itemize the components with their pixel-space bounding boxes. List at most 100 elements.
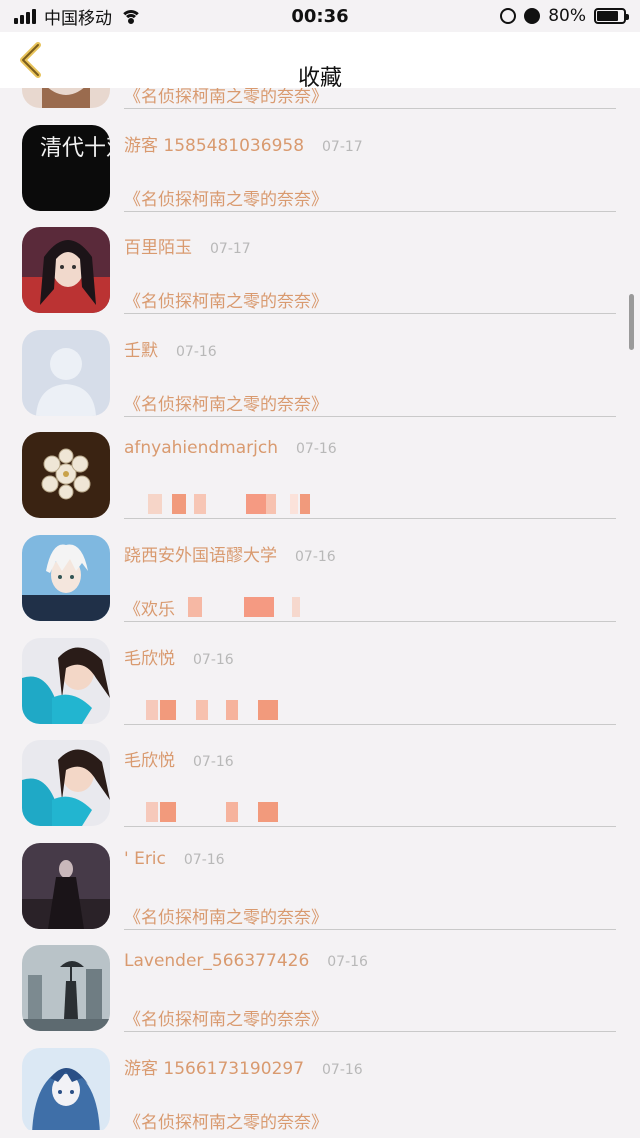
avatar[interactable] [22,227,110,314]
censored-block [290,494,298,515]
avatar[interactable] [22,329,110,416]
divider [124,518,616,520]
user-name-text[interactable]: 百里陌玉 [124,238,192,258]
user-name[interactable]: 游客 1566173190297 07-16 [124,1054,363,1079]
bottom-strip [0,1130,640,1138]
status-time: 00:36 [291,5,349,27]
user-name[interactable]: 壬默 07-16 [124,336,217,361]
list-item[interactable]: 壬默 07-16 《名侦探柯南之零的奈奈》 [0,316,640,419]
status-bar: 中国移动 00:36 80% [0,0,640,32]
divider [124,723,616,725]
book-title[interactable]: 《名侦探柯南之零的奈奈》 [124,903,328,928]
user-name-text[interactable]: 游客 1585481036958 [124,136,304,156]
alarm-icon [524,8,541,24]
user-name-text[interactable]: 壬默 [124,341,158,361]
censored-block [244,596,274,617]
censored-block [146,802,158,823]
battery-fill [597,11,618,21]
book-title[interactable]: 《名侦探柯南之零的奈奈》 [124,287,328,312]
date-label: 07-16 [193,754,234,771]
avatar[interactable] [22,1047,110,1134]
avatar[interactable] [22,534,110,621]
carrier-label: 中国移动 [44,8,112,29]
censored-block [292,596,300,617]
date-label: 07-16 [296,441,337,458]
avatar[interactable] [22,945,110,1032]
censored-block [194,494,206,515]
status-right: 80% [500,6,629,26]
list-item[interactable]: ' Eric 07-16 《名侦探柯南之零的奈奈》 [0,829,640,932]
censored-block [258,802,278,823]
user-name[interactable]: 毛欣悦 07-16 [124,644,234,669]
list-item[interactable]: Lavender_566377426 07-16 《名侦探柯南之零的奈奈》 [0,931,640,1034]
user-name-text[interactable]: ' Eric [124,849,166,869]
favorites-list[interactable]: 《名侦探柯南之零的奈奈》 清代十双杰游客 1585481036958 07-17 《… [0,62,640,1138]
divider [124,928,616,930]
divider [124,826,616,828]
page-title: 收藏 [297,66,342,91]
book-title[interactable]: 《名侦探柯南之零的奈奈》 [124,390,328,415]
divider [124,108,616,109]
list-item[interactable]: 跷西安外国语醪大学 07-16 《欢乐 [0,521,640,624]
censored-block [160,699,176,720]
user-name[interactable]: Lavender_566377426 07-16 [124,951,368,971]
status-left: 中国移动 [14,4,142,29]
user-name-text[interactable]: 毛欣悦 [124,649,175,669]
user-name[interactable]: afnyahiendmarjch 07-16 [124,438,337,458]
date-label: 07-16 [327,954,368,971]
rotation-lock-icon [500,8,517,24]
divider [124,313,616,315]
avatar[interactable] [22,637,110,724]
user-name[interactable]: 跷西安外国语醪大学 07-16 [124,541,336,566]
date-label: 07-16 [193,651,234,668]
svg-text:清代十双杰: 清代十双杰 [40,136,110,161]
wifi-icon [120,8,142,24]
user-name-text[interactable]: 游客 1566173190297 [124,1059,304,1079]
list-item[interactable]: 清代十双杰游客 1585481036958 07-17 《名侦探柯南之零的奈奈》 [0,111,640,214]
censored-block [226,802,238,823]
book-title[interactable]: 《欢乐 [124,595,175,620]
avatar[interactable] [22,432,110,519]
divider [124,1031,616,1033]
nav-bar: 收藏 [0,32,640,91]
user-name-text[interactable]: afnyahiendmarjch [124,438,278,458]
date-label: 07-17 [210,241,251,258]
battery-icon [594,8,629,24]
book-title[interactable]: 《名侦探柯南之零的奈奈》 [124,185,328,210]
censored-block [300,494,310,515]
user-name[interactable]: 毛欣悦 07-16 [124,746,234,771]
divider [124,415,616,417]
censored-block [258,699,278,720]
user-name-text[interactable]: 跷西安外国语醪大学 [124,546,277,566]
divider [124,210,616,212]
censored-block [148,494,162,515]
user-name[interactable]: 游客 1585481036958 07-17 [124,131,363,156]
date-label: 07-16 [295,548,336,565]
censored-block [146,699,158,720]
user-name-text[interactable]: Lavender_566377426 [124,951,309,971]
date-label: 07-16 [176,343,217,360]
user-name[interactable]: 百里陌玉 07-17 [124,233,251,258]
list-item[interactable]: afnyahiendmarjch 07-16 [0,418,640,521]
date-label: 07-16 [322,1061,363,1078]
book-title[interactable]: 《名侦探柯南之零的奈奈》 [124,1005,328,1030]
scrollbar[interactable] [629,294,634,350]
date-label: 07-16 [183,851,225,868]
avatar[interactable] [22,740,110,827]
list-item[interactable]: 游客 1566173190297 07-16 《名侦探柯南之零的奈奈》 [0,1034,640,1137]
censored-block [172,494,186,515]
signal-icon [14,8,36,24]
censored-block [246,494,266,515]
user-name-text[interactable]: 毛欣悦 [124,751,175,771]
divider [124,620,616,622]
list-item[interactable]: 毛欣悦 07-16 [0,726,640,829]
user-name[interactable]: ' Eric 07-16 [124,849,225,869]
battery-percent: 80% [548,6,586,26]
date-label: 07-17 [322,138,363,155]
list-item[interactable]: 毛欣悦 07-16 [0,624,640,727]
list-item[interactable]: 百里陌玉 07-17 《名侦探柯南之零的奈奈》 [0,213,640,316]
avatar[interactable]: 清代十双杰 [22,124,110,211]
avatar[interactable] [22,842,110,929]
censored-block [226,699,238,720]
censored-block [188,596,202,617]
